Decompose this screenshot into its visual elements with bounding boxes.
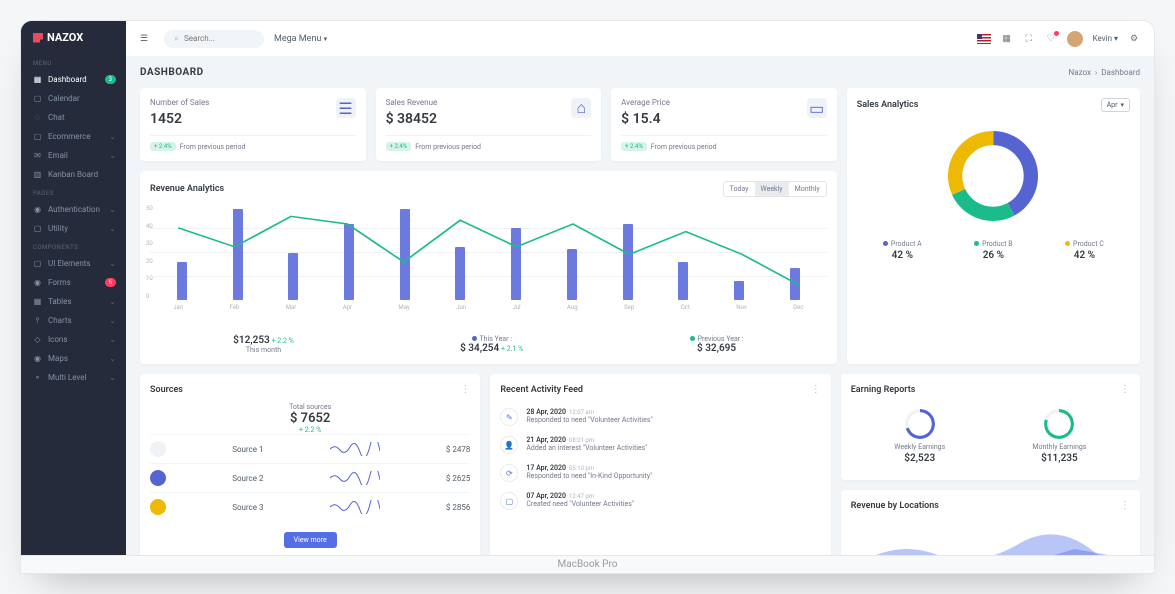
chevron-down-icon: ⌄: [109, 132, 116, 141]
search-input[interactable]: [184, 34, 244, 43]
revenue-chart: 50403020100 JanFebMarAprMayJunJulAugSepO…: [150, 205, 827, 325]
view-more-button[interactable]: View more: [284, 532, 337, 548]
sidebar-item-chat[interactable]: ◌Chat: [21, 108, 126, 127]
feed-item: 👤21 Apr, 202008:01 pmAdded an interest "…: [500, 431, 820, 459]
share-icon: ⚬: [33, 373, 42, 382]
sidebar-section-components: COMPONENTS: [21, 238, 126, 254]
gear-icon[interactable]: ⚙: [1128, 33, 1140, 45]
sources-card: Sources⋮ Total sources$ 7652+ 2.2 % Sour…: [140, 374, 480, 555]
tables-icon: ▦: [33, 297, 42, 306]
source-row: Source 1$ 2478: [150, 434, 470, 463]
sidebar-item-kanban[interactable]: ▥Kanban Board: [21, 165, 126, 184]
chevron-down-icon: ▾: [1120, 101, 1124, 109]
page-title: DASHBOARD: [140, 67, 204, 78]
briefcase-icon: ▭: [807, 98, 827, 118]
chevron-down-icon: ⌄: [109, 151, 116, 160]
more-icon[interactable]: ⋮: [460, 384, 470, 395]
mega-menu-button[interactable]: Mega Menu ▾: [274, 34, 327, 44]
user-menu[interactable]: Kevin ▾: [1093, 34, 1118, 43]
sidebar-item-tables[interactable]: ▦Tables⌄: [21, 292, 126, 311]
chat-icon: ◌: [33, 113, 42, 122]
feed-icon: ⟳: [500, 464, 518, 482]
locations-card: Revenue by Locations⋮ California :$ 2542…: [841, 490, 1140, 555]
period-select[interactable]: Apr▾: [1101, 98, 1130, 112]
menu-toggle-icon[interactable]: ☰: [140, 34, 154, 44]
sidebar-item-maps[interactable]: ◉Maps⌄: [21, 349, 126, 368]
sidebar-item-utility[interactable]: ▢Utility⌄: [21, 219, 126, 238]
source-row: Source 3$ 2856: [150, 492, 470, 521]
feed-icon: 👤: [500, 436, 518, 454]
revenue-analytics-card: Revenue Analytics Today Weekly Monthly 5…: [140, 171, 837, 364]
sidebar-item-ecommerce[interactable]: ▢Ecommerce⌄: [21, 127, 126, 146]
more-icon[interactable]: ⋮: [1120, 384, 1130, 395]
apps-icon[interactable]: ▦: [1001, 33, 1013, 45]
earning-reports-card: Earning Reports⋮ Weekly Earnings$2,523 M…: [841, 374, 1140, 480]
charts-icon: ⫯: [33, 316, 42, 325]
breadcrumb: Nazox › Dashboard: [1069, 68, 1140, 77]
chevron-down-icon: ⌄: [109, 297, 116, 306]
chevron-down-icon: ▾: [324, 35, 328, 43]
language-flag-icon[interactable]: [977, 34, 991, 44]
notification-bell-icon[interactable]: ♡: [1045, 33, 1057, 45]
sidebar-item-dashboard[interactable]: ▦Dashboard3: [21, 70, 126, 89]
activity-feed-card: Recent Activity Feed⋮ ✎28 Apr, 202012:07…: [490, 374, 830, 555]
auth-icon: ◉: [33, 205, 42, 214]
feed-item: ▢07 Apr, 202012:47 pmCreated need "Volun…: [500, 487, 820, 515]
laptop-label: MacBook Pro: [21, 555, 1154, 573]
brand-logo[interactable]: NAZOX: [21, 21, 126, 54]
tab-weekly[interactable]: Weekly: [755, 182, 789, 196]
feed-icon: ✎: [500, 408, 518, 426]
sidebar: NAZOX MENU ▦Dashboard3 ▢Calendar ◌Chat ▢…: [21, 21, 126, 555]
chevron-down-icon: ⌄: [109, 259, 116, 268]
search-box[interactable]: ⌕: [164, 30, 264, 48]
stat-card-sales: Number of Sales 1452 ☰ + 2.4%From previo…: [140, 88, 366, 161]
chevron-down-icon: ⌄: [109, 354, 116, 363]
period-tabs: Today Weekly Monthly: [723, 181, 827, 197]
dashboard-icon: ▦: [33, 75, 42, 84]
ecommerce-icon: ▢: [33, 132, 42, 141]
chevron-down-icon: ⌄: [109, 373, 116, 382]
chevron-down-icon: ⌄: [109, 316, 116, 325]
sidebar-item-email[interactable]: ✉Email⌄: [21, 146, 126, 165]
layers-icon: ☰: [336, 98, 356, 118]
kanban-icon: ▥: [33, 170, 42, 179]
sidebar-item-calendar[interactable]: ▢Calendar: [21, 89, 126, 108]
sidebar-item-auth[interactable]: ◉Authentication⌄: [21, 200, 126, 219]
utility-icon: ▢: [33, 224, 42, 233]
avatar[interactable]: [1067, 31, 1083, 47]
tab-monthly[interactable]: Monthly: [789, 182, 826, 196]
donut-chart: [943, 126, 1043, 226]
maps-icon: ◉: [33, 354, 42, 363]
calendar-icon: ▢: [33, 94, 42, 103]
sidebar-section-pages: PAGES: [21, 184, 126, 200]
sales-analytics-card: Sales Analytics Apr▾ Product A42 % Produ…: [847, 88, 1140, 364]
stat-card-revenue: Sales Revenue $ 38452 ⌂ + 2.4%From previ…: [376, 88, 602, 161]
topbar: ☰ ⌕ Mega Menu ▾ ▦ ⛶ ♡ Kevin ▾ ⚙: [126, 21, 1154, 57]
fullscreen-icon[interactable]: ⛶: [1023, 33, 1035, 45]
sidebar-item-ui[interactable]: ▢UI Elements⌄: [21, 254, 126, 273]
ui-icon: ▢: [33, 259, 42, 268]
icons-icon: ◇: [33, 335, 42, 344]
sidebar-section-menu: MENU: [21, 54, 126, 70]
source-row: Source 2$ 2625: [150, 463, 470, 492]
shop-icon: ⌂: [571, 98, 591, 118]
email-icon: ✉: [33, 151, 42, 160]
sidebar-item-charts[interactable]: ⫯Charts⌄: [21, 311, 126, 330]
forms-icon: ◉: [33, 278, 42, 287]
sidebar-item-forms[interactable]: ◉Forms6: [21, 273, 126, 292]
more-icon[interactable]: ⋮: [811, 384, 821, 395]
stat-card-price: Average Price $ 15.4 ▭ + 2.4%From previo…: [611, 88, 837, 161]
sidebar-item-multi[interactable]: ⚬Multi Level⌄: [21, 368, 126, 387]
feed-icon: ▢: [500, 492, 518, 510]
area-chart: [851, 519, 1130, 555]
tab-today[interactable]: Today: [724, 182, 755, 196]
feed-item: ⟳17 Apr, 202005:10 pmResponded to need "…: [500, 459, 820, 487]
chevron-down-icon: ⌄: [109, 205, 116, 214]
chevron-down-icon: ⌄: [109, 335, 116, 344]
chevron-down-icon: ⌄: [109, 224, 116, 233]
sidebar-item-icons[interactable]: ◇Icons⌄: [21, 330, 126, 349]
feed-item: ✎28 Apr, 202012:07 amResponded to need "…: [500, 403, 820, 431]
more-icon[interactable]: ⋮: [1120, 500, 1130, 511]
search-icon: ⌕: [174, 34, 179, 44]
